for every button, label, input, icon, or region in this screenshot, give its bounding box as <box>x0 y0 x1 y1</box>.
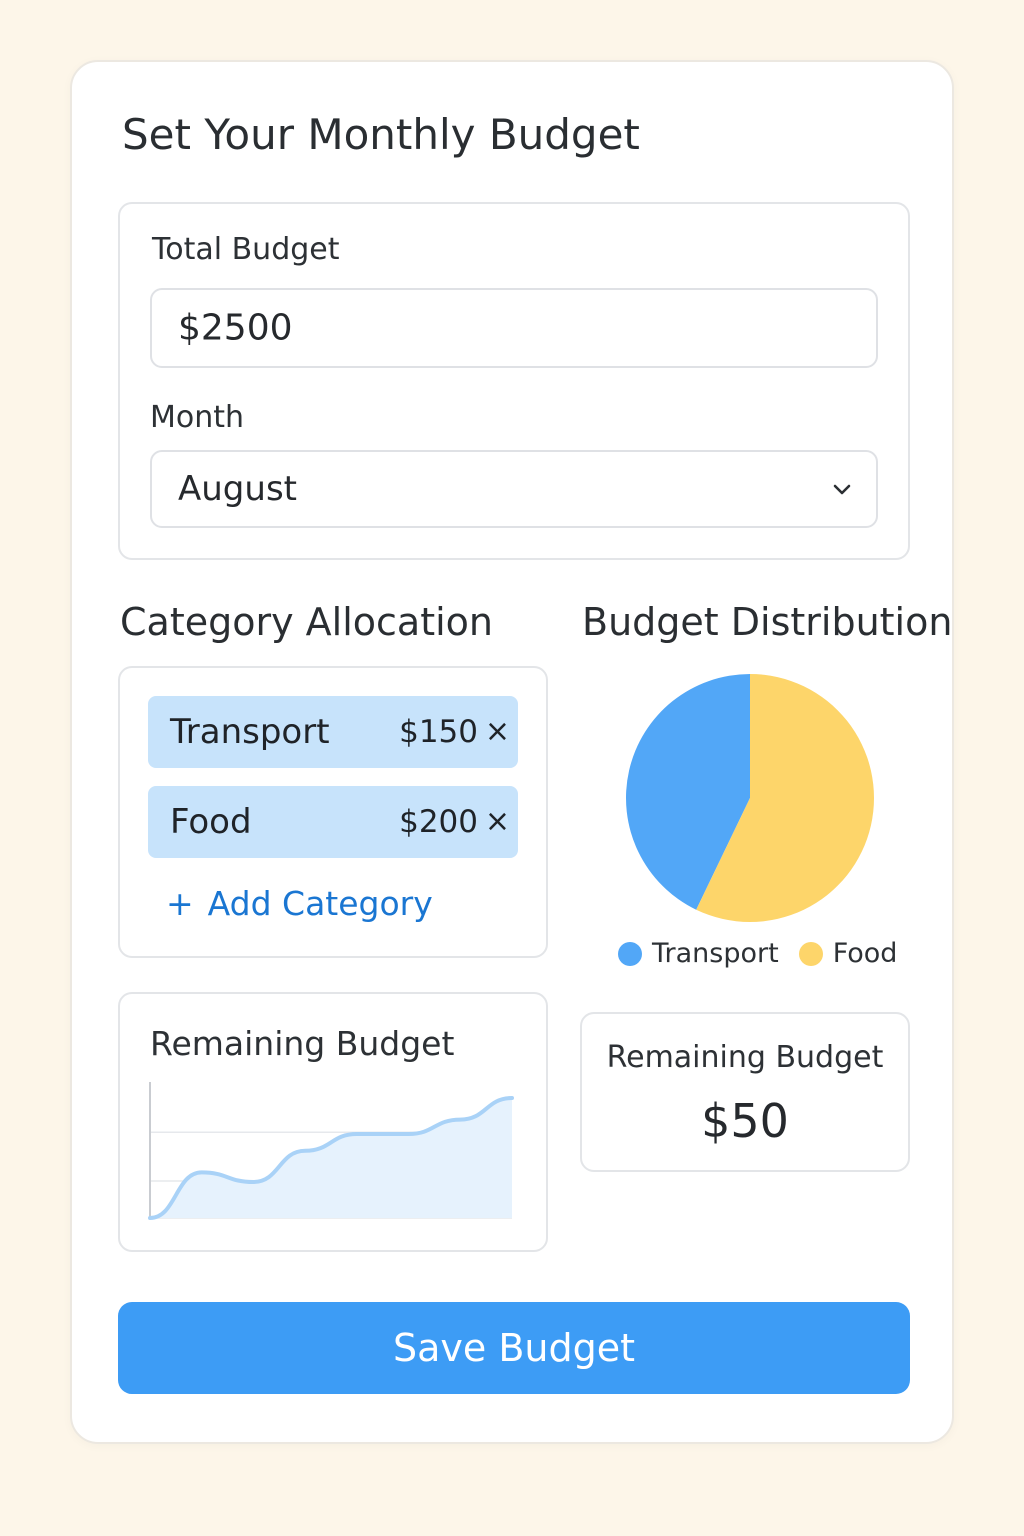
category-allocation-title: Category Allocation <box>120 600 493 644</box>
total-budget-value: $2500 <box>178 307 293 349</box>
remaining-summary-label: Remaining Budget <box>606 1040 884 1075</box>
save-budget-label: Save Budget <box>392 1326 636 1370</box>
area-fill <box>150 1098 512 1218</box>
budget-card: Set Your Monthly Budget Total Budget $25… <box>70 60 954 1444</box>
close-icon[interactable]: × <box>485 807 510 837</box>
remaining-chart-title: Remaining Budget <box>150 1024 455 1063</box>
legend-label-transport: Transport <box>652 938 779 969</box>
close-icon[interactable]: × <box>485 717 510 747</box>
add-category-button[interactable]: + Add Category <box>166 884 433 923</box>
category-item-transport: Transport $150 × <box>148 696 518 768</box>
total-budget-label: Total Budget <box>152 232 340 267</box>
category-item-food: Food $200 × <box>148 786 518 858</box>
save-budget-button[interactable]: Save Budget <box>118 1302 910 1394</box>
remaining-summary-panel: Remaining Budget $50 <box>580 1012 910 1172</box>
pie-legend: Transport Food <box>618 938 897 969</box>
budget-distribution-title: Budget Distribution <box>582 600 953 644</box>
chevron-down-icon <box>833 484 851 495</box>
add-category-label: Add Category <box>207 884 433 923</box>
category-name: Transport <box>170 712 330 752</box>
legend-label-food: Food <box>832 938 898 969</box>
legend-dot-food <box>798 941 823 966</box>
category-name: Food <box>170 802 252 842</box>
category-amount: $200 <box>399 804 478 840</box>
remaining-summary-value: $50 <box>701 1094 789 1148</box>
page-title: Set Your Monthly Budget <box>122 110 640 159</box>
total-budget-input[interactable]: $2500 <box>150 288 878 368</box>
month-select-value: August <box>178 469 297 509</box>
legend-dot-transport <box>618 941 642 966</box>
remaining-area-chart <box>148 1082 514 1220</box>
category-amount: $150 <box>399 714 478 750</box>
category-allocation-panel: Transport $150 × Food $200 × + Add Catego… <box>118 666 548 958</box>
plus-icon: + <box>166 884 194 923</box>
budget-distribution-pie <box>626 674 874 922</box>
remaining-chart-panel: Remaining Budget <box>118 992 548 1252</box>
budget-form-panel: Total Budget $2500 Month August <box>118 202 910 560</box>
month-label: Month <box>150 400 245 435</box>
month-select[interactable]: August <box>150 450 878 528</box>
